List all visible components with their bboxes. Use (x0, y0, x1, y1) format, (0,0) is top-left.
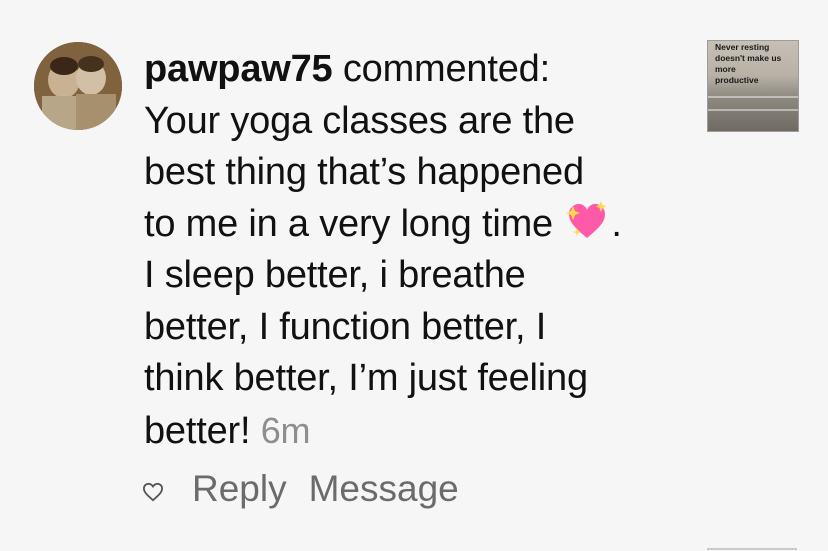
reply-button[interactable]: Reply (192, 468, 287, 510)
avatar-image (34, 42, 122, 130)
comment-line: think better, I’m just feeling (144, 357, 588, 399)
comment-username[interactable]: pawpaw75 (144, 48, 333, 90)
sparkling-heart-icon (566, 201, 607, 239)
message-button[interactable]: Message (309, 468, 459, 510)
comment-timestamp: 6m (260, 409, 311, 451)
comment-line: better! (144, 409, 251, 452)
water-highlight (708, 96, 798, 98)
thumbnail-line: doesn't make us (715, 53, 782, 63)
water-highlight (708, 109, 798, 111)
comment-notification: pawpaw75 commented: Your yoga classes ar… (0, 0, 828, 551)
next-item-edge (707, 548, 797, 550)
comment-line: to me in a very long time (144, 202, 553, 245)
comment-line: best thing that’s happened (144, 151, 584, 193)
post-thumbnail[interactable]: Never resting doesn't make us more produ… (707, 40, 799, 132)
thumbnail-line: productive (715, 75, 759, 85)
comment-actions: Reply Message (142, 468, 459, 510)
comment-verb: commented: (332, 48, 550, 90)
heart-outline-icon[interactable] (142, 482, 164, 502)
comment-body: pawpaw75 commented: Your yoga classes ar… (144, 44, 704, 457)
thumbnail-line: more (715, 64, 736, 74)
thumbnail-line: Never resting (715, 42, 770, 52)
thumbnail-caption: Never resting doesn't make us more produ… (715, 42, 793, 86)
avatar[interactable] (34, 42, 122, 130)
comment-line: Your yoga classes are the (144, 99, 575, 142)
comment-line: I sleep better, i breathe (144, 254, 526, 296)
comment-line: better, I function better, I (144, 305, 547, 348)
emoji-suffix: . (611, 202, 622, 245)
